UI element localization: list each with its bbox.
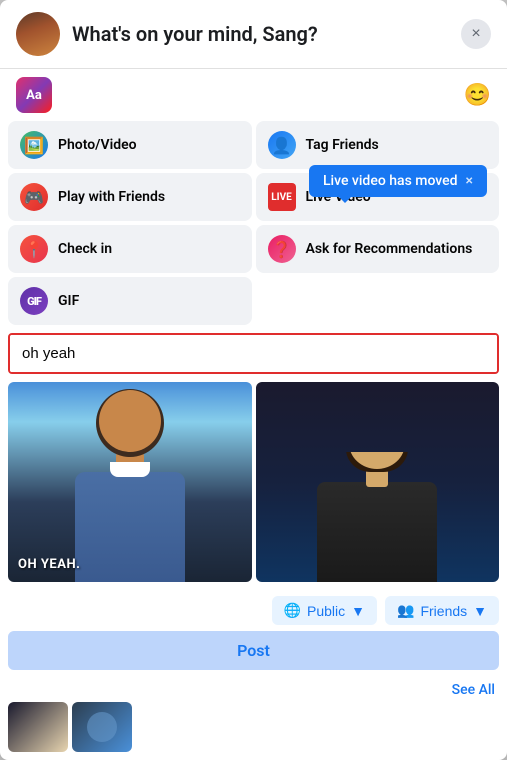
footer-actions: 🌐 Public ▼ 👥 Friends ▼ (0, 590, 507, 631)
gif-icon: GIF (20, 287, 48, 315)
close-button[interactable]: × (461, 19, 491, 49)
option-gif-label: GIF (58, 293, 79, 309)
live-video-cell: Live video has moved × LIVE Live Video (256, 173, 500, 221)
see-all-link[interactable]: See All (452, 682, 495, 698)
globe-icon: 🌐 (284, 602, 301, 619)
create-post-modal: What's on your mind, Sang? × Aa 😊 🖼️ Pho… (0, 0, 507, 760)
option-photo-video[interactable]: 🖼️ Photo/Video (8, 121, 252, 169)
option-tag-friends-label: Tag Friends (306, 137, 379, 153)
thumbnail-2[interactable] (72, 702, 132, 752)
search-section (0, 333, 507, 382)
photo-video-icon: 🖼️ (20, 131, 48, 159)
friends-icon: 👥 (397, 602, 414, 619)
thumbnail-1[interactable] (8, 702, 68, 752)
gif-result-2[interactable] (256, 382, 500, 582)
modal-toolbar: Aa 😊 (0, 69, 507, 121)
public-label: Public (307, 603, 345, 619)
header-title: What's on your mind, Sang? (72, 22, 318, 46)
chevron-down-icon: ▼ (351, 603, 365, 619)
emoji-icon[interactable]: 😊 (464, 83, 491, 108)
friends-label: Friends (420, 603, 467, 619)
option-check-in-label: Check in (58, 241, 112, 257)
option-gif[interactable]: GIF GIF (8, 277, 252, 325)
search-input-wrapper (8, 333, 499, 374)
gif-search-input[interactable] (10, 335, 497, 372)
text-format-icon[interactable]: Aa (16, 77, 52, 113)
modal-header: What's on your mind, Sang? × (0, 0, 507, 69)
option-tag-friends[interactable]: 👤 Tag Friends (256, 121, 500, 169)
public-dropdown[interactable]: 🌐 Public ▼ (272, 596, 377, 625)
option-play-friends[interactable]: 🎮 Play with Friends (8, 173, 252, 221)
play-friends-icon: 🎮 (20, 183, 48, 211)
gif-caption: OH YEAH. (18, 557, 80, 572)
avatar (16, 12, 60, 56)
friends-dropdown[interactable]: 👥 Friends ▼ (385, 596, 499, 625)
see-all-row: See All (0, 678, 507, 702)
option-check-in[interactable]: 📍 Check in (8, 225, 252, 273)
option-ask-label: Ask for Recommendations (306, 241, 473, 257)
tooltip-text: Live video has moved (323, 173, 458, 189)
check-in-icon: 📍 (20, 235, 48, 263)
gif-results: OH YEAH. (0, 382, 507, 590)
bottom-thumbnails (0, 702, 507, 760)
option-play-friends-label: Play with Friends (58, 189, 165, 205)
chevron-down-icon-2: ▼ (473, 603, 487, 619)
tooltip-bubble: Live video has moved × (309, 165, 487, 197)
tag-friends-icon: 👤 (268, 131, 296, 159)
post-button[interactable]: Post (8, 631, 499, 670)
ask-icon: ❓ (268, 235, 296, 263)
options-grid: 🖼️ Photo/Video 👤 Tag Friends 🎮 Play with… (0, 121, 507, 325)
option-ask-recommendations[interactable]: ❓ Ask for Recommendations (256, 225, 500, 273)
option-photo-video-label: Photo/Video (58, 137, 137, 153)
gif-result-1[interactable]: OH YEAH. (8, 382, 252, 582)
tooltip-close-button[interactable]: × (466, 173, 473, 189)
live-video-icon: LIVE (268, 183, 296, 211)
